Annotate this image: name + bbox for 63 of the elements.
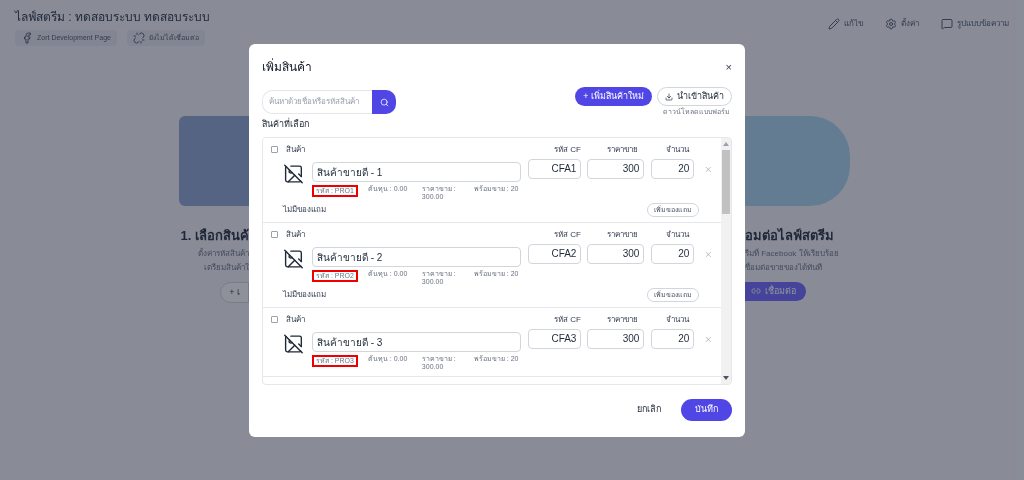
cf-code-field[interactable]: CFA2 bbox=[528, 243, 582, 264]
step-description: รีมที่ Facebook ให้เรียบร้อย bbox=[745, 247, 839, 260]
scrollbar[interactable] bbox=[721, 137, 731, 384]
column-header: ราคาขาย bbox=[606, 313, 638, 326]
column-header: รหัส CF bbox=[553, 143, 581, 156]
checkbox[interactable] bbox=[271, 231, 278, 238]
no-image-icon bbox=[283, 332, 304, 355]
checkbox[interactable] bbox=[271, 146, 278, 153]
column-header: จำนวน bbox=[665, 143, 689, 156]
add-new-product-button[interactable]: + เพิ่มสินค้าใหม่ bbox=[575, 87, 652, 106]
column-header: สินค้า bbox=[286, 313, 305, 326]
remove-icon[interactable] bbox=[704, 249, 713, 259]
no-gift-label: ไม่มีของแถม bbox=[283, 203, 326, 216]
price-field[interactable]: 300 bbox=[587, 158, 645, 179]
step-button[interactable]: + เ bbox=[220, 281, 249, 303]
pencil-icon bbox=[828, 18, 840, 30]
download-icon bbox=[665, 92, 673, 101]
no-image-icon bbox=[283, 247, 304, 270]
column-header: สินค้า bbox=[286, 228, 305, 241]
quantity-field[interactable]: 20 bbox=[651, 158, 695, 179]
step-description: เตรียมสินค้าใ bbox=[204, 261, 249, 274]
cancel-button[interactable]: ยกเลิก bbox=[637, 402, 661, 417]
search-button[interactable] bbox=[372, 90, 396, 114]
cf-code-field[interactable]: CFA1 bbox=[528, 158, 582, 179]
facebook-icon bbox=[21, 32, 33, 44]
column-header: รหัส CF bbox=[553, 313, 581, 326]
column-header: รหัส CF bbox=[553, 228, 581, 241]
link-icon bbox=[751, 286, 761, 297]
column-header: สินค้า bbox=[286, 143, 305, 156]
column-header: จำนวน bbox=[665, 228, 689, 241]
no-gift-label: ไม่มีของแถม bbox=[283, 288, 326, 301]
section-label: สินค้าที่เลือก bbox=[262, 118, 310, 131]
step-description: ตั้งค่ารหัสสินค้า bbox=[198, 247, 249, 260]
search-icon bbox=[379, 97, 389, 107]
product-name-field[interactable]: สินค้าขายดี - 2 bbox=[311, 247, 522, 267]
dialog-title: เพิ่มสินค้า bbox=[262, 58, 312, 76]
price-field[interactable]: 300 bbox=[587, 328, 645, 349]
remove-icon[interactable] bbox=[704, 334, 713, 344]
column-header: ราคาขาย bbox=[606, 228, 638, 241]
settings-icon bbox=[885, 18, 897, 30]
cf-code-field[interactable]: CFA3 bbox=[528, 328, 582, 349]
quantity-field[interactable]: 20 bbox=[651, 243, 695, 264]
quantity-field[interactable]: 20 bbox=[651, 328, 695, 349]
step-title: 1. เลือกสินค้ bbox=[180, 227, 249, 245]
close-button[interactable]: × bbox=[725, 61, 732, 73]
scroll-thumb[interactable] bbox=[722, 149, 730, 214]
save-button[interactable]: บันทึก bbox=[681, 398, 732, 421]
column-header: จำนวน bbox=[665, 313, 689, 326]
remove-icon[interactable] bbox=[704, 164, 713, 174]
checkbox[interactable] bbox=[271, 316, 278, 323]
product-name-field[interactable]: สินค้าขายดี - 3 bbox=[311, 332, 522, 352]
page-title: ไลฟ์สตรีม : ทดสอบระบบ ทดสอบระบบ bbox=[15, 9, 211, 26]
chat-icon bbox=[941, 18, 953, 30]
unlink-icon bbox=[132, 32, 145, 44]
scroll-down-icon[interactable] bbox=[723, 375, 729, 380]
step-title: อมต่อไลฟ์สตรีม bbox=[745, 227, 834, 245]
column-header: ราคาขาย bbox=[606, 143, 638, 156]
price-field[interactable]: 300 bbox=[587, 243, 645, 264]
scroll-up-icon[interactable] bbox=[723, 141, 729, 146]
no-image-icon bbox=[283, 162, 304, 185]
step-description: ชื่อมต่อขายของได้ทันที bbox=[745, 261, 822, 274]
search-field[interactable]: ค้นหาด้วยชื่อหรือรหัสสินค้า bbox=[262, 90, 372, 114]
product-name-field[interactable]: สินค้าขายดี - 1 bbox=[311, 162, 522, 182]
